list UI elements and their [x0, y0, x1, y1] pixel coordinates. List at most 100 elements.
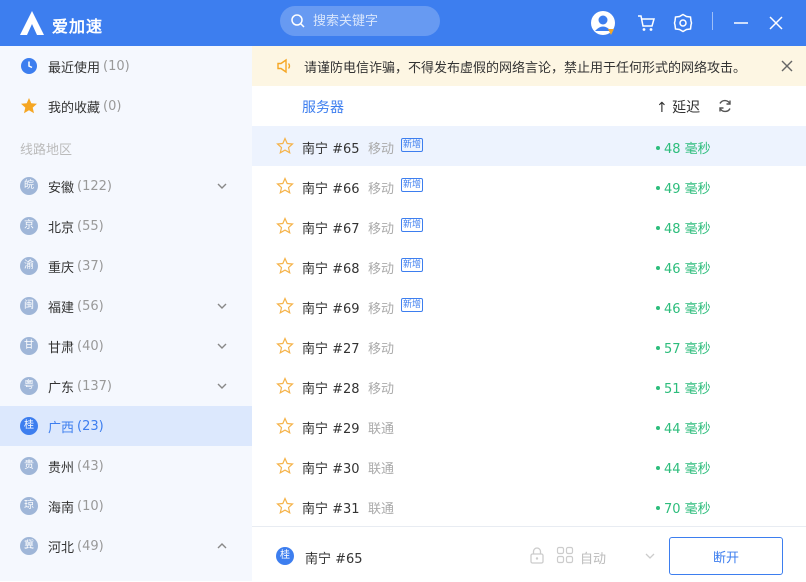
server-row[interactable]: 南宁 #31 联通 70 毫秒: [252, 486, 806, 526]
server-latency: 44 毫秒: [656, 458, 711, 477]
server-row[interactable]: 南宁 #29 联通 44 毫秒: [252, 406, 806, 446]
favorite-star-icon[interactable]: [276, 177, 294, 195]
sidebar-item-favorites[interactable]: 我的收藏 (0): [0, 86, 252, 126]
favorite-star-icon[interactable]: [276, 257, 294, 275]
minimize-button[interactable]: [727, 9, 755, 37]
region-badge: 桂: [276, 547, 294, 565]
server-name: 南宁 #27: [302, 342, 360, 357]
mode-select[interactable]: 自动: [580, 548, 606, 567]
new-badge: 新增: [401, 178, 424, 192]
server-carrier: 联通: [368, 502, 395, 517]
sidebar-item-chongqing[interactable]: 渝 重庆 (37): [0, 246, 252, 286]
search-input[interactable]: [311, 12, 435, 30]
close-window-button[interactable]: [762, 9, 790, 37]
server-name: 南宁 #31: [302, 502, 360, 517]
latency-value: 48 毫秒: [664, 142, 711, 157]
sidebar-item-beijing[interactable]: 京 北京 (55): [0, 206, 252, 246]
latency-value: 57 毫秒: [664, 342, 711, 357]
server-row[interactable]: 南宁 #30 联通 44 毫秒: [252, 446, 806, 486]
favorite-star-icon[interactable]: [276, 297, 294, 315]
server-carrier: 移动: [368, 262, 395, 277]
sidebar-item-label: 海南: [48, 500, 75, 516]
server-row[interactable]: 南宁 #28 移动 51 毫秒: [252, 366, 806, 406]
server-row[interactable]: 南宁 #69 移动 新增 46 毫秒: [252, 286, 806, 326]
server-row[interactable]: 南宁 #27 移动 57 毫秒: [252, 326, 806, 366]
new-badge: 新增: [401, 258, 424, 272]
server-row[interactable]: 南宁 #65 移动 新增 48 毫秒: [252, 126, 806, 166]
chevron-down-icon[interactable]: [216, 340, 228, 352]
server-latency: 49 毫秒: [656, 178, 711, 197]
region-badge: 桂: [20, 417, 38, 435]
server-column-header[interactable]: 服务器: [302, 97, 344, 117]
sidebar-item-guangxi[interactable]: 桂 广西 (23): [0, 406, 252, 446]
favorite-star-icon[interactable]: [276, 377, 294, 395]
sidebar-item-count: (56): [77, 298, 104, 314]
sidebar-item-fujian[interactable]: 闽 福建 (56): [0, 286, 252, 326]
latency-value: 48 毫秒: [664, 222, 711, 237]
close-notice-icon[interactable]: [780, 59, 794, 73]
sidebar-item-label: 贵州: [48, 460, 75, 476]
server-row[interactable]: 南宁 #66 移动 新增 49 毫秒: [252, 166, 806, 206]
sidebar-item-hebei[interactable]: 冀 河北 (49): [0, 526, 252, 566]
sidebar-item-count: (40): [77, 338, 104, 354]
search-icon: [291, 14, 305, 28]
favorite-star-icon[interactable]: [276, 457, 294, 475]
sidebar-item-count: (43): [77, 458, 104, 474]
chevron-down-icon[interactable]: [216, 300, 228, 312]
chevron-down-icon[interactable]: [644, 551, 656, 561]
sidebar-item-hainan[interactable]: 琼 海南 (10): [0, 486, 252, 526]
search-box[interactable]: [280, 6, 440, 36]
speaker-icon: [277, 58, 291, 74]
sidebar-item-count: (23): [77, 418, 104, 434]
sidebar-item-count: (10): [103, 58, 130, 74]
gear-icon: [673, 13, 693, 33]
server-latency: 57 毫秒: [656, 338, 711, 357]
sidebar-item-guizhou[interactable]: 贵 贵州 (43): [0, 446, 252, 486]
favorite-star-icon[interactable]: [276, 217, 294, 235]
titlebar-divider: [712, 12, 713, 30]
status-dot-icon: [656, 225, 660, 230]
favorite-star-icon[interactable]: [276, 137, 294, 155]
region-badge: 贵: [20, 457, 38, 475]
status-dot-icon: [656, 505, 660, 510]
lock-icon[interactable]: [528, 546, 546, 564]
server-list-header: 服务器 ↑ 延迟: [252, 86, 806, 126]
sidebar-item-recent[interactable]: 最近使用 (10): [0, 46, 252, 86]
sidebar-item-count: (0): [103, 98, 122, 114]
refresh-icon[interactable]: [717, 98, 733, 114]
sidebar-section-title: 线路地区: [20, 143, 73, 158]
new-badge: 新增: [401, 298, 424, 312]
sidebar-item-anhui[interactable]: 皖 安徽 (122): [0, 166, 252, 206]
latency-sort-header[interactable]: ↑ 延迟: [656, 97, 700, 117]
star-filled-icon: [21, 98, 37, 114]
new-badge: 新增: [401, 138, 424, 152]
region-badge: 渝: [20, 257, 38, 275]
chevron-up-icon[interactable]: [216, 540, 228, 552]
sidebar-item-gansu[interactable]: 甘 甘肃 (40): [0, 326, 252, 366]
favorite-star-icon[interactable]: [276, 417, 294, 435]
server-latency: 44 毫秒: [656, 418, 711, 437]
status-dot-icon: [656, 185, 660, 190]
cart-button[interactable]: [632, 9, 660, 37]
chevron-down-icon[interactable]: [216, 380, 228, 392]
sidebar-item-guangdong[interactable]: 粤 广东 (137): [0, 366, 252, 406]
new-badge: 新增: [401, 218, 424, 232]
sidebar-item-count: (137): [77, 378, 112, 394]
region-badge: 皖: [20, 177, 38, 195]
settings-button[interactable]: [669, 9, 697, 37]
server-row[interactable]: 南宁 #67 移动 新增 48 毫秒: [252, 206, 806, 246]
disconnect-button[interactable]: 断开: [669, 537, 783, 575]
server-row[interactable]: 南宁 #68 移动 新增 46 毫秒: [252, 246, 806, 286]
server-latency: 46 毫秒: [656, 298, 711, 317]
server-carrier: 移动: [368, 222, 395, 237]
mode-grid-icon: [556, 546, 574, 564]
user-avatar-button[interactable]: [589, 9, 617, 37]
chevron-down-icon[interactable]: [216, 180, 228, 192]
server-latency: 46 毫秒: [656, 258, 711, 277]
sidebar-item-label: 广西: [48, 420, 75, 436]
server-carrier: 联通: [368, 462, 395, 477]
favorite-star-icon[interactable]: [276, 337, 294, 355]
notice-text: 请谨防电信诈骗，不得发布虚假的网络言论，禁止用于任何形式的网络攻击。: [304, 60, 747, 76]
favorite-star-icon[interactable]: [276, 497, 294, 515]
status-dot-icon: [656, 345, 660, 350]
